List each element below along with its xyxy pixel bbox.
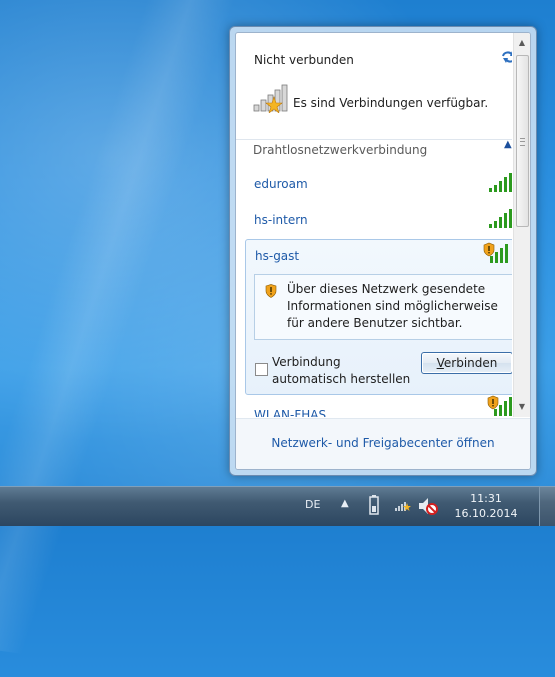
signal-bars-icon — [489, 209, 512, 228]
scroll-down-arrow-icon[interactable]: ▼ — [514, 399, 530, 415]
scrollbar-grip — [520, 138, 525, 146]
network-flyout: Nicht verbunden Es sind Verbindungen ver… — [229, 26, 537, 476]
chevron-up-icon[interactable]: ▲ — [504, 140, 512, 150]
network-item-wlan-fhas[interactable]: WLAN-FHAS — [254, 408, 326, 417]
auto-connect-checkbox[interactable] — [255, 363, 268, 376]
network-tray-icon[interactable] — [394, 497, 412, 513]
network-item-eduroam[interactable]: eduroam — [254, 177, 308, 191]
scroll-up-arrow-icon[interactable]: ▲ — [514, 35, 530, 51]
scrollbar-thumb[interactable] — [516, 55, 529, 227]
auto-connect-label[interactable]: Verbindung automatisch herstellen — [272, 354, 412, 388]
network-item-hs-intern[interactable]: hs-intern — [254, 213, 308, 227]
wireless-section-label[interactable]: Drahtlosnetzwerkverbindung — [253, 143, 427, 157]
signal-bars-shield-icon — [487, 395, 512, 416]
signal-bars-shield-icon — [483, 242, 508, 263]
connection-status-title: Nicht verbunden — [254, 53, 354, 67]
battery-icon[interactable] — [369, 495, 379, 515]
network-flyout-panel: Nicht verbunden Es sind Verbindungen ver… — [235, 32, 531, 470]
flyout-footer: Netzwerk- und Freigabecenter öffnen — [236, 418, 530, 469]
connect-button[interactable]: Verbinden — [421, 352, 512, 374]
network-item-hs-gast[interactable]: hs-gast — [255, 249, 299, 263]
volume-muted-icon[interactable] — [417, 496, 439, 516]
availability-text: Es sind Verbindungen verfügbar. — [293, 96, 489, 110]
connect-button-label: erbinden — [443, 356, 498, 370]
show-hidden-icons-icon[interactable]: ▲ — [341, 498, 349, 509]
wifi-available-star-icon — [253, 84, 288, 113]
taskbar: DE ▲ 11:31 16.10.2014 — [0, 486, 555, 526]
network-list-scrollbar[interactable]: ▲ ▼ — [513, 33, 530, 417]
language-indicator[interactable]: DE — [305, 498, 320, 511]
signal-bars-icon — [489, 173, 512, 192]
refresh-arrows-icon[interactable] — [500, 49, 512, 65]
warning-shield-icon — [265, 284, 277, 298]
clock-date: 16.10.2014 — [454, 507, 518, 520]
show-desktop-button[interactable] — [539, 487, 555, 526]
section-divider — [236, 139, 512, 140]
network-item-hs-gast-expanded[interactable]: hs-gast Über dieses Netzwerk gesendete I… — [245, 239, 512, 395]
clock[interactable]: 11:31 16.10.2014 — [454, 491, 518, 521]
security-warning-box: Über dieses Netzwerk gesendete Informati… — [254, 274, 512, 340]
network-list-area: Nicht verbunden Es sind Verbindungen ver… — [236, 33, 512, 417]
network-sharing-center-link[interactable]: Netzwerk- und Freigabecenter öffnen — [236, 436, 530, 450]
connect-button-accesskey: V — [436, 356, 444, 370]
security-warning-text: Über dieses Netzwerk gesendete Informati… — [287, 282, 498, 330]
clock-time: 11:31 — [470, 492, 502, 505]
